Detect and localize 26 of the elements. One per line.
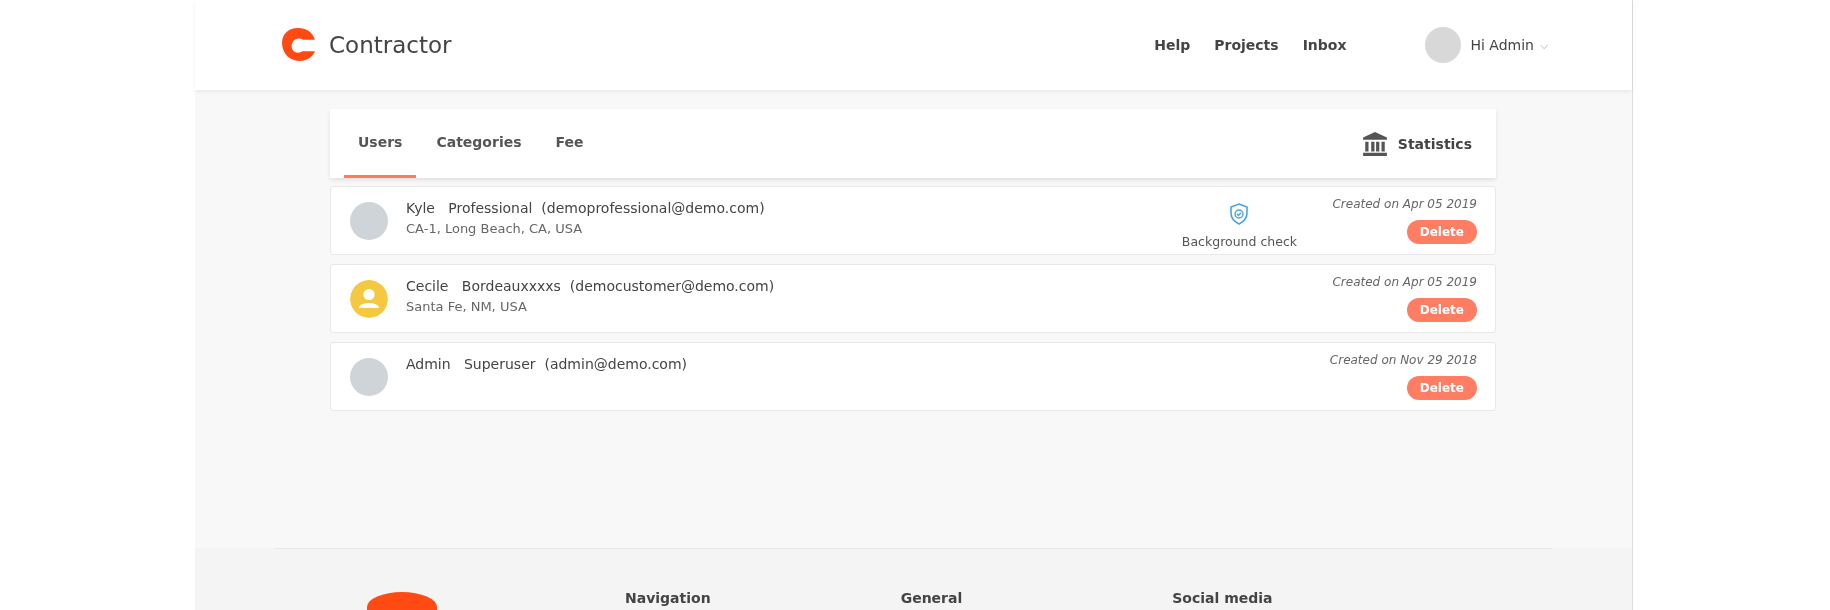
user-location: Santa Fe, NM, USA — [406, 299, 528, 314]
user-name: Admin Superuser (admin@demo.com) — [406, 356, 689, 372]
footer-heading: Navigation — [625, 590, 711, 606]
user-name: Kyle Professional (demoprofessional@demo.com) — [406, 200, 766, 216]
nav-link[interactable]: Help — [1154, 37, 1191, 53]
created-date: Created on Nov 29 2018 — [1329, 353, 1477, 367]
logo-icon — [279, 26, 317, 64]
created-date: Created on Apr 05 2019 — [1332, 275, 1477, 289]
user-greeting[interactable]: Hi Admin — [1470, 37, 1534, 53]
tab[interactable]: Categories — [422, 109, 536, 178]
footer-heading: Social media — [1172, 590, 1273, 606]
tab[interactable]: Fee — [541, 109, 598, 178]
bank-icon[interactable] — [1361, 130, 1388, 157]
footer-heading: General — [900, 590, 963, 606]
avatar-photo-placeholder — [350, 357, 388, 396]
created-date: Created on Apr 05 2019 — [1332, 197, 1477, 211]
default-avatar-icon — [350, 279, 388, 318]
nav-link[interactable]: Projects — [1214, 37, 1279, 53]
tab[interactable]: Users — [344, 109, 417, 178]
statistics-link[interactable]: Statistics — [1397, 135, 1472, 152]
background-check-label: Background check — [1181, 234, 1297, 249]
avatar-photo-placeholder — [350, 201, 388, 240]
user-location: CA-1, Long Beach, CA, USA — [406, 221, 584, 236]
brand-name[interactable]: Contractor — [329, 32, 452, 58]
user-name: Cecile Bordeauxxxxs (democustomer@demo.com) — [406, 278, 776, 294]
nav-link[interactable]: Inbox — [1302, 37, 1347, 53]
